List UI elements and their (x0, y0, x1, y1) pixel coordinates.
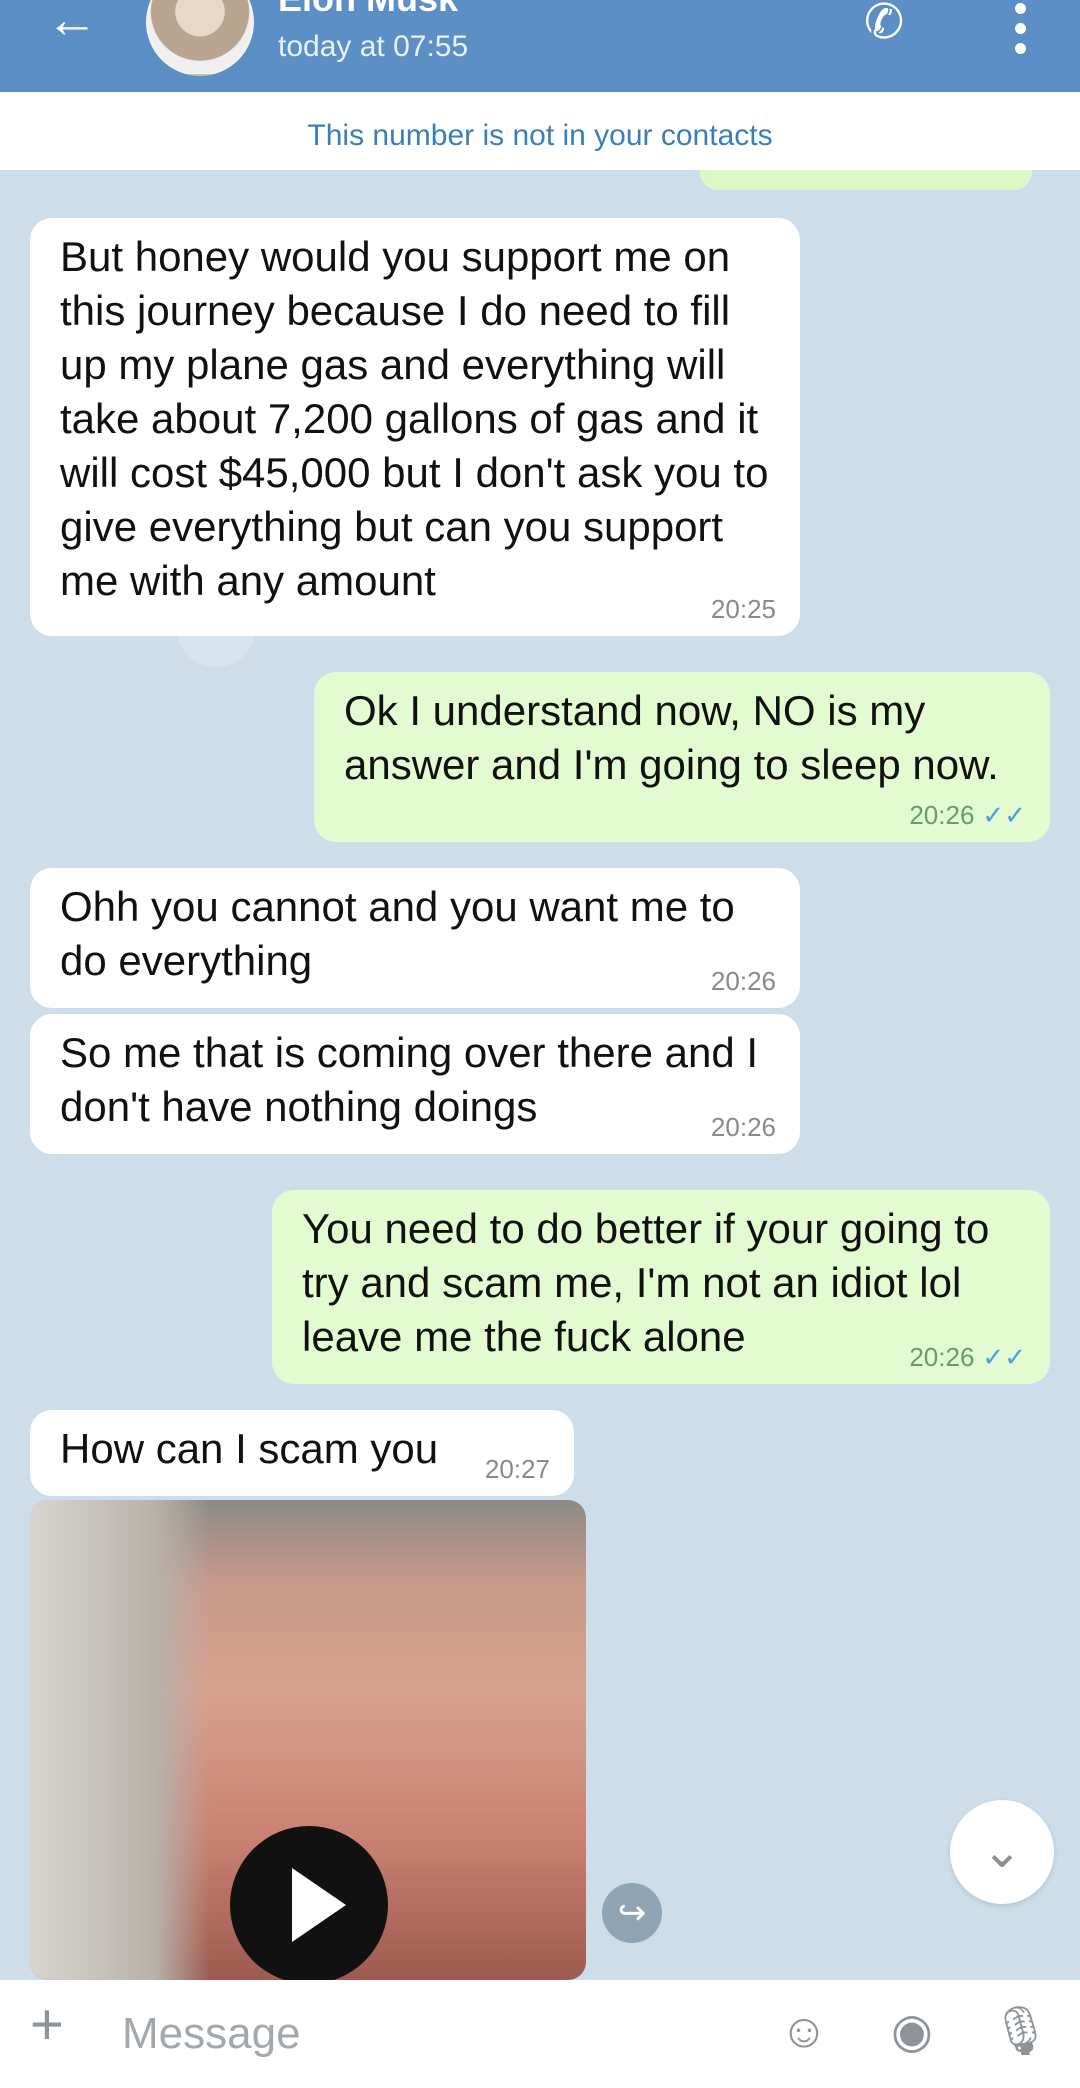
phone-icon[interactable]: ✆ (864, 0, 920, 50)
double-check-icon: ✓✓ (982, 800, 1026, 830)
message-bubble-incoming[interactable]: Ohh you cannot and you want me to do eve… (30, 868, 800, 1008)
more-vertical-icon[interactable] (1010, 0, 1030, 60)
video-message[interactable] (30, 1500, 586, 1980)
microphone-icon[interactable]: 🎙 (990, 2002, 1051, 2062)
message-time: 20:27 (484, 1454, 550, 1484)
message-time: 20:26 (909, 800, 975, 830)
message-time: 20:26 (710, 1112, 776, 1142)
message-bubble-outgoing[interactable]: Ok I understand now, NO is my answer and… (314, 672, 1050, 842)
avatar[interactable] (146, 0, 254, 76)
arrow-left-icon[interactable]: ← (46, 0, 106, 46)
message-text: You need to do better if your going to t… (302, 1205, 990, 1360)
message-bubble-incoming[interactable]: So me that is coming over there and I do… (30, 1014, 800, 1154)
message-text: But honey would you support me on this j… (60, 233, 769, 604)
message-time: 20:26 (710, 966, 776, 996)
video-thumbnail (30, 1500, 210, 1980)
message-input[interactable] (120, 1998, 744, 2070)
play-icon[interactable] (230, 1826, 388, 1980)
previous-outgoing-bubble (700, 170, 1032, 190)
message-bubble-incoming[interactable]: How can I scam you 20:27 (30, 1410, 574, 1496)
plus-icon[interactable]: + (30, 1996, 64, 2054)
message-composer: + ☺ ◉ 🎙 (0, 1980, 1080, 2088)
double-check-icon: ✓✓ (982, 1342, 1026, 1372)
message-text: Ok I understand now, NO is my answer and… (344, 687, 999, 788)
message-text: Ohh you cannot and you want me to do eve… (60, 883, 735, 984)
message-text: How can I scam you (60, 1425, 439, 1472)
share-icon[interactable]: ↪ (602, 1883, 662, 1943)
not-in-contacts-notice[interactable]: This number is not in your contacts (0, 92, 1080, 170)
last-seen-status: today at 07:55 (278, 30, 469, 63)
message-bubble-incoming[interactable]: But honey would you support me on this j… (30, 218, 800, 636)
message-time: 20:26 (909, 1342, 975, 1372)
message-text: So me that is coming over there and I do… (60, 1029, 759, 1130)
message-time: 20:25 (710, 594, 776, 624)
chat-header: ← Elon Musk today at 07:55 ✆ (0, 0, 1080, 92)
message-bubble-outgoing[interactable]: You need to do better if your going to t… (272, 1190, 1050, 1384)
chevron-down-icon[interactable]: ⌄ (950, 1800, 1054, 1904)
contact-name[interactable]: Elon Musk (278, 0, 458, 20)
emoji-icon[interactable]: ☺ (774, 2002, 834, 2062)
camera-icon[interactable]: ◉ (882, 2002, 942, 2062)
